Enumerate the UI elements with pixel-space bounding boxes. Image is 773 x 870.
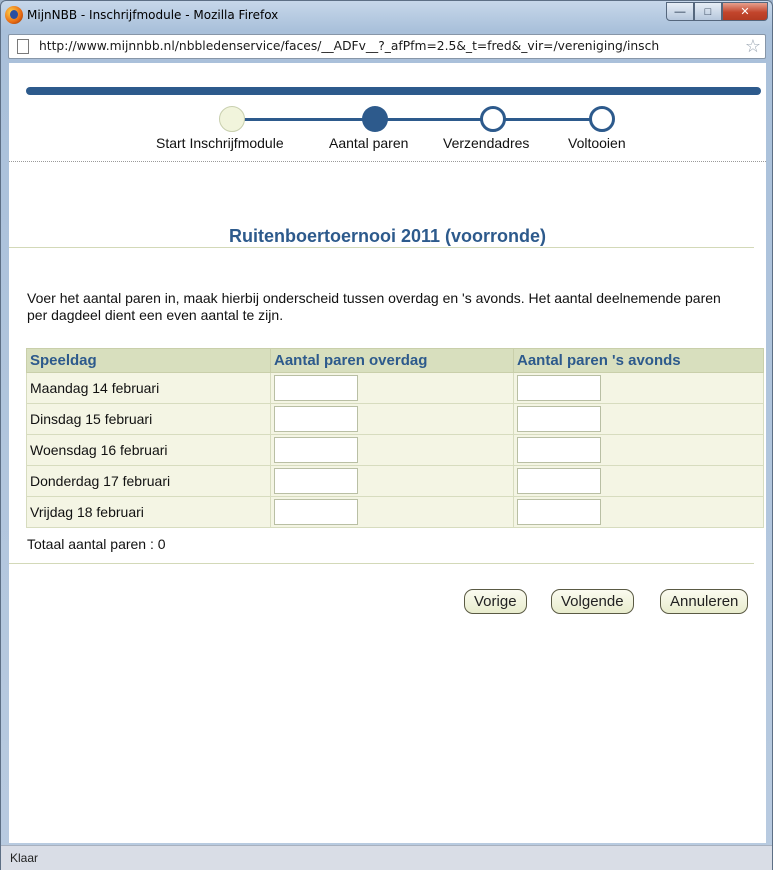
bookmark-star-icon[interactable]: ☆ — [745, 36, 761, 57]
table-row: Maandag 14 februari — [26, 372, 764, 404]
day-cell: Vrijdag 18 februari — [26, 496, 271, 528]
overdag-cell — [270, 372, 514, 404]
overdag-input[interactable] — [274, 437, 358, 463]
table-row: Woensdag 16 februari — [26, 434, 764, 466]
overdag-cell — [270, 465, 514, 497]
window-title: MijnNBB - Inschrijfmodule - Mozilla Fire… — [27, 8, 279, 22]
url-text: http://www.mijnnbb.nl/nbbledenservice/fa… — [39, 39, 660, 53]
train-step-voltooien-label: Voltooien — [568, 135, 626, 151]
avonds-cell — [513, 465, 764, 497]
column-header-overdag: Aantal paren overdag — [270, 348, 514, 373]
cancel-button[interactable]: Annuleren — [660, 589, 749, 614]
avonds-cell — [513, 372, 764, 404]
table-row: Vrijdag 18 februari — [26, 496, 764, 528]
overdag-input[interactable] — [274, 375, 358, 401]
title-separator — [9, 247, 754, 248]
train-step-aantal-paren-icon — [362, 106, 388, 132]
title-bar: MijnNBB - Inschrijfmodule - Mozilla Fire… — [1, 1, 772, 33]
train-step-aantal-paren-label: Aantal paren — [329, 135, 409, 151]
day-cell: Donderdag 17 februari — [26, 465, 271, 497]
avonds-input[interactable] — [517, 406, 601, 432]
train-step-start-icon[interactable] — [219, 106, 245, 132]
avonds-cell — [513, 496, 764, 528]
avonds-input[interactable] — [517, 437, 601, 463]
page-content: Start Inschrijfmodule Aantal paren Verze… — [9, 63, 766, 843]
next-button[interactable]: Volgende — [551, 589, 634, 614]
footer-separator — [9, 563, 754, 564]
maximize-icon: □ — [704, 5, 712, 18]
avonds-input[interactable] — [517, 375, 601, 401]
day-cell: Maandag 14 februari — [26, 372, 271, 404]
overdag-cell — [270, 434, 514, 466]
avonds-input[interactable] — [517, 468, 601, 494]
column-header-avonds: Aantal paren 's avonds — [513, 348, 764, 373]
avonds-cell — [513, 434, 764, 466]
window-controls: — □ ✕ — [666, 2, 768, 21]
train-step-start-label[interactable]: Start Inschrijfmodule — [156, 135, 284, 151]
column-header-speeldag: Speeldag — [26, 348, 271, 373]
train-step-voltooien-icon — [589, 106, 615, 132]
status-text: Klaar — [10, 851, 39, 865]
header-bar — [26, 87, 761, 95]
minimize-button[interactable]: — — [666, 2, 694, 21]
total-pairs-text: Totaal aantal paren : 0 — [27, 536, 166, 552]
close-icon: ✕ — [740, 6, 750, 18]
avonds-cell — [513, 403, 764, 435]
overdag-input[interactable] — [274, 499, 358, 525]
firefox-icon — [5, 6, 23, 24]
overdag-input[interactable] — [274, 406, 358, 432]
train-step-verzendadres-icon — [480, 106, 506, 132]
table-row: Dinsdag 15 februari — [26, 403, 764, 435]
table-header-row: Speeldag Aantal paren overdag Aantal par… — [26, 348, 764, 373]
browser-window: MijnNBB - Inschrijfmodule - Mozilla Fire… — [0, 0, 773, 870]
page-icon — [17, 39, 29, 54]
avonds-input[interactable] — [517, 499, 601, 525]
previous-button[interactable]: Vorige — [464, 589, 527, 614]
progress-train: Start Inschrijfmodule Aantal paren Verze… — [9, 101, 766, 161]
pairs-table: Speeldag Aantal paren overdag Aantal par… — [26, 348, 764, 528]
day-cell: Woensdag 16 februari — [26, 434, 271, 466]
table-row: Donderdag 17 februari — [26, 465, 764, 497]
overdag-cell — [270, 403, 514, 435]
overdag-cell — [270, 496, 514, 528]
train-separator — [9, 161, 766, 162]
instructions-text: Voer het aantal paren in, maak hierbij o… — [27, 290, 721, 323]
address-bar[interactable]: http://www.mijnnbb.nl/nbbledenservice/fa… — [8, 34, 766, 59]
day-cell: Dinsdag 15 februari — [26, 403, 271, 435]
train-step-verzendadres-label: Verzendadres — [443, 135, 530, 151]
status-bar: Klaar — [1, 845, 772, 870]
close-button[interactable]: ✕ — [722, 2, 768, 21]
maximize-button[interactable]: □ — [694, 2, 722, 21]
page-title: Ruitenboertoernooi 2011 (voorronde) — [228, 226, 547, 246]
minimize-icon: — — [674, 5, 686, 18]
overdag-input[interactable] — [274, 468, 358, 494]
